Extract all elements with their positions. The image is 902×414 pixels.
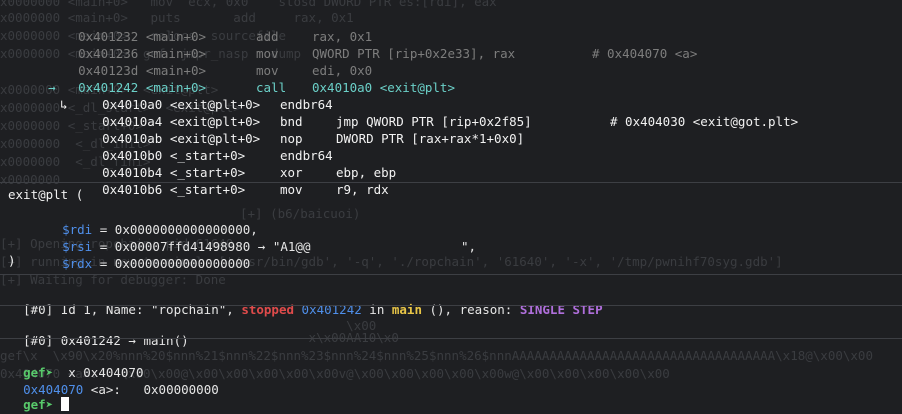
trace-line: [#0] 0x401242 → main() bbox=[23, 333, 189, 348]
disasm-line: 0x401236 <main+0> mov QWORD PTR [rip+0x2e3… bbox=[78, 46, 698, 61]
args-header: exit@plt ( bbox=[8, 187, 84, 202]
call-target-line: ↳ 0x4010a0 <exit@plt+0> endbr64 bbox=[60, 97, 333, 112]
thread-status-line: [#0] Id 1, Name: "ropchain", stopped 0x4… bbox=[23, 302, 603, 317]
arg-row: $rdx = 0x0000000000000000 bbox=[62, 256, 251, 271]
args-footer: ) bbox=[8, 253, 16, 268]
active-command-line[interactable]: gef➤ bbox=[8, 378, 69, 412]
section-divider bbox=[0, 182, 902, 183]
gef-prompt: gef➤ bbox=[23, 397, 54, 412]
command-line: gef➤ x 0x404070 bbox=[8, 346, 143, 380]
call-target-line: 0x4010ab <exit@plt+0> nop DWORD PTR [rax+r… bbox=[102, 131, 525, 146]
disasm-line: 0x40123d <main+0> mov edi, 0x0 bbox=[78, 63, 373, 78]
call-target-line: 0x4010a4 <exit@plt+0> bnd jmp QWORD PTR [r… bbox=[102, 114, 799, 129]
ghost-line: [+] (b6/baicuoi) bbox=[240, 206, 361, 221]
call-target-line: 0x4010b4 <_start+0> xor ebp, ebp bbox=[102, 165, 397, 180]
section-divider bbox=[0, 305, 902, 306]
call-target-line: 0x4010b6 <_start+0> mov r9, rdx bbox=[102, 182, 389, 197]
section-divider bbox=[0, 338, 902, 339]
disasm-line: 0x401232 <main+0> add rax, 0x1 bbox=[78, 29, 373, 44]
ghost-line: x0000000 <main+0> mov ecx, 0x0 stosd DWO… bbox=[0, 0, 497, 9]
disasm-current-line: → 0x401242 <main+0> call 0x4010a0 <exit@plt… bbox=[48, 80, 455, 95]
section-divider bbox=[0, 274, 902, 275]
call-target-line: 0x4010b0 <_start+0> endbr64 bbox=[102, 148, 333, 163]
arg-row: $rdi = 0x0000000000000000, bbox=[62, 222, 258, 237]
arg-row: $rsi = 0x00007ffd41498980 → "A1@@ ", bbox=[62, 239, 477, 254]
